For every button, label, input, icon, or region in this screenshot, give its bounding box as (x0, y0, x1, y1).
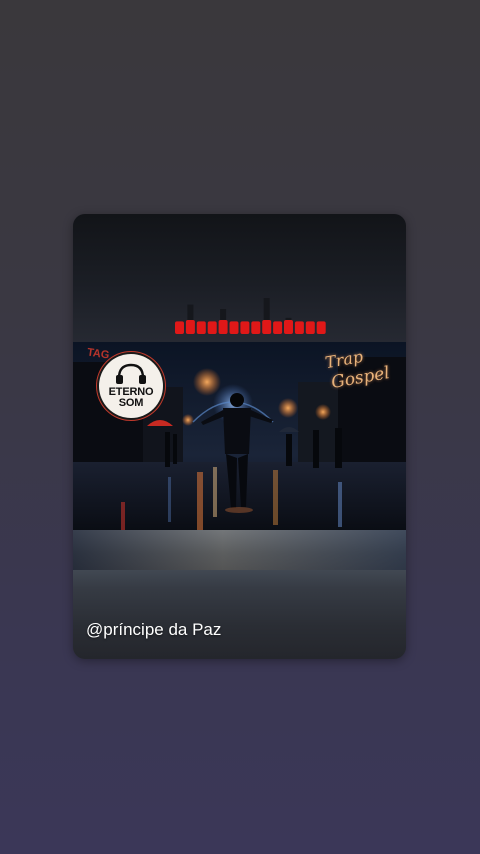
visualizer-bar (273, 321, 283, 334)
visualizer-bar (305, 321, 315, 334)
visualizer-bar (207, 321, 217, 334)
visualizer-bar (240, 321, 250, 334)
visualizer-bar (229, 321, 239, 334)
visualizer-bar-peak (220, 309, 227, 320)
media-card[interactable]: TAG ETERNO SOM Trap Gospel @príncipe da … (73, 214, 406, 659)
visualizer-bar (218, 320, 228, 334)
visualizer-bar (196, 321, 206, 334)
username-label[interactable]: @príncipe da Paz (86, 620, 221, 640)
visualizer-bar (316, 321, 326, 334)
eterno-som-logo: ETERNO SOM (99, 354, 163, 418)
visualizer-bar (262, 320, 272, 334)
visualizer-bar-peak (263, 298, 270, 320)
visualizer-bar (294, 321, 304, 334)
visualizer-bar-peak (285, 317, 292, 320)
logo-line-2: SOM (118, 397, 144, 409)
headphones-icon (116, 363, 146, 384)
visualizer-bar (175, 321, 184, 334)
visualizer-bar (185, 320, 195, 334)
visualizer-area (73, 214, 406, 342)
album-cover: TAG ETERNO SOM Trap Gospel (73, 342, 406, 530)
visualizer-bar-peak (187, 304, 194, 320)
audio-visualizer (175, 298, 326, 334)
visualizer-bar (251, 321, 261, 334)
visualizer-bar (284, 320, 293, 334)
